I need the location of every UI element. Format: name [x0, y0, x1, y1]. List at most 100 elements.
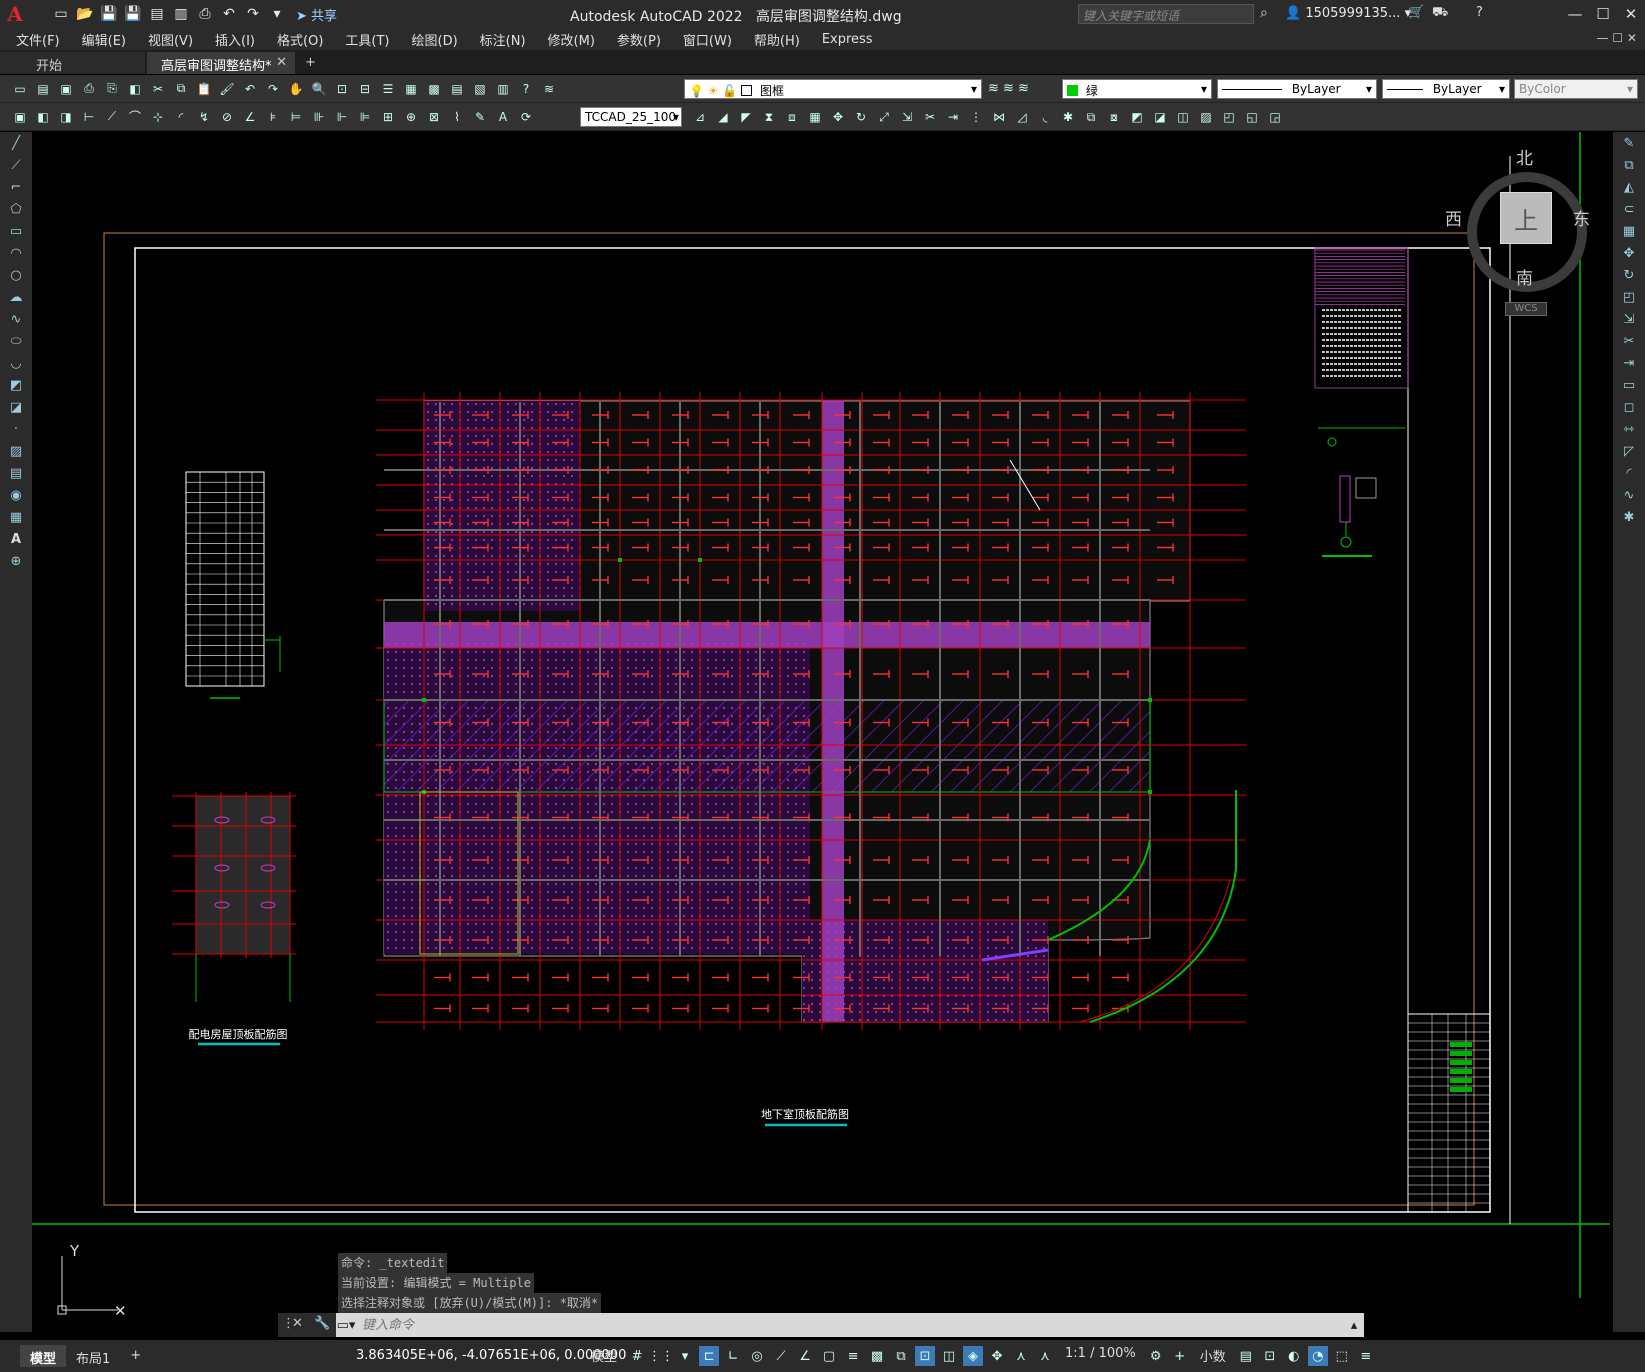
chamfer-icon[interactable]: ◸	[1613, 440, 1645, 462]
ordinate-icon[interactable]: ⊹	[148, 107, 168, 127]
angular-icon[interactable]: ∠	[240, 107, 260, 127]
ortho-icon[interactable]: ∟	[723, 1346, 743, 1366]
ellipse-arc-icon[interactable]: ◡	[0, 352, 32, 374]
jogged-linear-icon[interactable]: ⌇	[447, 107, 467, 127]
annotation-visibility-icon[interactable]: ⋏	[1011, 1346, 1031, 1366]
fillet-icon[interactable]: ◜	[1613, 462, 1645, 484]
menu-file[interactable]: 文件(F)	[16, 30, 60, 49]
user-account[interactable]: 👤 1505999135... ▾	[1285, 6, 1411, 21]
scale-icon[interactable]: ◰	[1613, 286, 1645, 308]
field-icon[interactable]: ◲	[1265, 107, 1285, 127]
command-prompt-icon[interactable]: ▭▾	[336, 1318, 356, 1333]
publish-icon[interactable]: ◧	[125, 79, 145, 99]
doc-window-controls[interactable]: — ☐ ✕	[1597, 31, 1637, 45]
stretch-icon[interactable]: ⇲	[1613, 308, 1645, 330]
tab-active-drawing[interactable]: 高层审图调整结构* ✕	[147, 52, 295, 74]
explode-icon[interactable]: ✱	[1058, 107, 1078, 127]
mirror-icon[interactable]: ◭	[1613, 176, 1645, 198]
array-icon[interactable]: ▦	[1613, 220, 1645, 242]
menu-view[interactable]: 视图(V)	[148, 30, 193, 49]
clean-screen-icon[interactable]: ⬚	[1332, 1346, 1352, 1366]
erase-icon[interactable]: ✎	[1613, 132, 1645, 154]
inspect-icon[interactable]: ⊠	[424, 107, 444, 127]
rotate-icon[interactable]: ↻	[851, 107, 871, 127]
break-at-point-icon[interactable]: ◻	[1613, 396, 1645, 418]
extend-icon[interactable]: ⇥	[1613, 352, 1645, 374]
isodraft-icon[interactable]: ⟋	[771, 1346, 791, 1366]
search-icon[interactable]: ⌕	[1260, 5, 1268, 21]
layer-tools-icon[interactable]: ≋ ≋ ≋	[988, 81, 1029, 96]
layer-states-icon[interactable]: ◨	[56, 107, 76, 127]
customize-qat-icon[interactable]: ▾	[266, 3, 288, 25]
fillet-icon[interactable]: ◟	[1035, 107, 1055, 127]
linear-dim-icon[interactable]: ⊢	[79, 107, 99, 127]
design-center-icon[interactable]: ▦	[401, 79, 421, 99]
rotate-icon[interactable]: ↻	[1613, 264, 1645, 286]
menu-parametric[interactable]: 参数(P)	[617, 30, 661, 49]
maximize-icon[interactable]: ☐	[1589, 0, 1617, 28]
tab-model[interactable]: 模型	[20, 1345, 67, 1367]
dim-text-edit-icon[interactable]: A	[493, 107, 513, 127]
erase-icon[interactable]: ◢	[713, 107, 733, 127]
plot-icon[interactable]: ⎙	[194, 3, 216, 25]
trim-icon[interactable]: ✂	[1613, 330, 1645, 352]
units-display[interactable]: 小数	[1200, 1346, 1226, 1366]
viewcube-top-face[interactable]: 上	[1500, 192, 1552, 244]
properties-icon[interactable]: ☰	[378, 79, 398, 99]
dynamic-ucs-icon[interactable]: ◫	[939, 1346, 959, 1366]
ellipse-icon[interactable]: ⬭	[0, 330, 32, 352]
object-snap-icon[interactable]: ▢	[819, 1346, 839, 1366]
tolerance-icon[interactable]: ⊞	[378, 107, 398, 127]
ungroup-icon[interactable]: ⧇	[1104, 107, 1124, 127]
line-icon[interactable]: ╱	[0, 132, 32, 154]
move-icon[interactable]: ✥	[828, 107, 848, 127]
undo-icon[interactable]: ↶	[218, 3, 240, 25]
annotation-scale[interactable]: 1:1 / 100%	[1065, 1346, 1136, 1366]
image-icon[interactable]: ▨	[1196, 107, 1216, 127]
polyline-icon[interactable]: ⌐	[0, 176, 32, 198]
menu-dimension[interactable]: 标注(N)	[480, 30, 526, 49]
blend-icon[interactable]: ∿	[1613, 484, 1645, 506]
baseline-icon[interactable]: ⊨	[286, 107, 306, 127]
close-command-icon[interactable]: ✕	[292, 1316, 303, 1331]
insert-block-icon[interactable]: ◪	[1150, 107, 1170, 127]
mtext-icon[interactable]: A	[0, 528, 32, 550]
save-as-icon[interactable]: 💾	[122, 3, 144, 25]
scale-icon[interactable]: ⤢	[874, 107, 894, 127]
markup-icon[interactable]: ▧	[470, 79, 490, 99]
add-selected-icon[interactable]: ⊕	[0, 550, 32, 572]
break-icon[interactable]: ▭	[1613, 374, 1645, 396]
trim-icon[interactable]: ✂	[920, 107, 940, 127]
lock-ui-icon[interactable]: ⊡	[1260, 1346, 1280, 1366]
diameter-icon[interactable]: ⊘	[217, 107, 237, 127]
compass-west[interactable]: 西	[1445, 205, 1462, 230]
hardware-acceleration-icon[interactable]: ◔	[1307, 1346, 1328, 1366]
gizmo-icon[interactable]: ✥	[987, 1346, 1007, 1366]
open-icon[interactable]: ▤	[33, 79, 53, 99]
web-save-icon[interactable]: ▥	[170, 3, 192, 25]
object-snap-tracking-icon[interactable]: ∠	[795, 1346, 815, 1366]
copy-object-icon[interactable]: ◤	[736, 107, 756, 127]
layer-previous-icon[interactable]: ◧	[33, 107, 53, 127]
center-mark-icon[interactable]: ⊕	[401, 107, 421, 127]
command-input[interactable]	[356, 1314, 1344, 1336]
help-icon[interactable]: ?	[1476, 5, 1483, 20]
workspace-gear-icon[interactable]: ⚙	[1146, 1346, 1166, 1366]
aligned-dim-icon[interactable]: ⟋	[102, 107, 122, 127]
construction-line-icon[interactable]: ⟋	[0, 154, 32, 176]
stretch-icon[interactable]: ⇲	[897, 107, 917, 127]
layer-dropdown[interactable]: 💡 ☀ 🔓 图框 ▾	[684, 79, 982, 99]
paste-icon[interactable]: 📋	[194, 79, 214, 99]
color-dropdown[interactable]: 绿 ▾	[1062, 79, 1212, 99]
explode-icon[interactable]: ✱	[1613, 506, 1645, 528]
insert-block-icon[interactable]: ◩	[0, 374, 32, 396]
compass-east[interactable]: 东	[1573, 205, 1590, 230]
redo-icon[interactable]: ↷	[242, 3, 264, 25]
grid-icon[interactable]: #	[627, 1346, 647, 1366]
sheet-set-icon[interactable]: ▤	[447, 79, 467, 99]
menu-tools[interactable]: 工具(T)	[345, 30, 389, 49]
circle-icon[interactable]: ○	[0, 264, 32, 286]
menu-express[interactable]: Express	[822, 32, 873, 47]
polygon-icon[interactable]: ⬠	[0, 198, 32, 220]
snap-icon[interactable]: ⋮⋮	[648, 1346, 674, 1366]
